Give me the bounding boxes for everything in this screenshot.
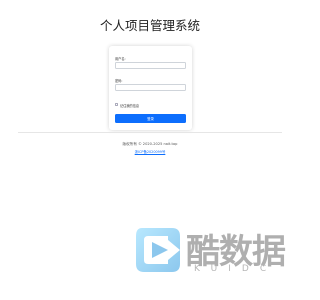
remember-checkbox[interactable] — [115, 103, 118, 106]
divider — [18, 132, 282, 133]
remember-label[interactable]: 记住我的信息 — [120, 103, 139, 108]
watermark-logo: 酷数据 KUIDC — [128, 220, 288, 280]
icp-link[interactable]: 浙ICP备2020099号 — [0, 149, 300, 154]
page-title: 个人项目管理系统 — [99, 18, 200, 33]
login-card: 用户名: 密码: 记住我的信息 登录 — [109, 46, 192, 130]
password-input[interactable] — [115, 84, 186, 91]
footer-copyright: 版权所有 © 2020-2025 nait.top — [122, 142, 178, 146]
username-input[interactable] — [115, 62, 186, 69]
password-label: 密码: — [115, 79, 123, 83]
play-icon — [136, 228, 180, 272]
login-button[interactable]: 登录 — [115, 114, 186, 123]
watermark-sub: KUIDC — [194, 264, 278, 274]
username-label: 用户名: — [115, 57, 126, 61]
